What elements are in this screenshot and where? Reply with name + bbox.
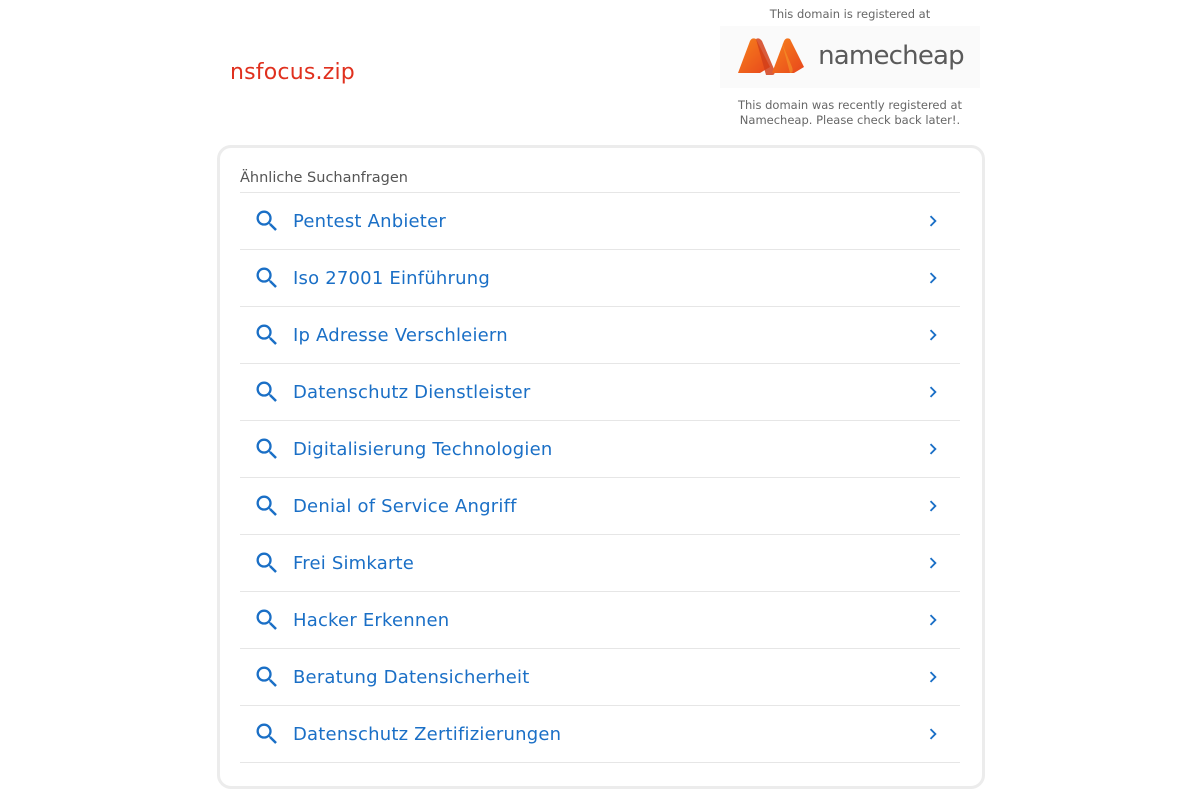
- search-icon: [256, 666, 277, 687]
- related-search-link-7[interactable]: Frei Simkarte: [240, 535, 960, 592]
- registrar-notice: This domain was recently registered at N…: [720, 98, 980, 128]
- registrar-notice-line2: Namecheap. Please check back later!.: [739, 113, 961, 127]
- chevron-right-icon: [929, 500, 937, 512]
- related-search-label: Denial of Service Angriff: [293, 495, 517, 517]
- related-search-link-4[interactable]: Datenschutz Dienstleister: [240, 364, 960, 421]
- related-search-label: Pentest Anbieter: [293, 210, 446, 232]
- related-search-link-5[interactable]: Digitalisierung Technologien: [240, 421, 960, 478]
- namecheap-logo[interactable]: namecheap: [720, 26, 980, 88]
- related-search-label: Datenschutz Zertifizierungen: [293, 723, 562, 745]
- search-icon: [256, 495, 277, 516]
- related-search-label: Hacker Erkennen: [293, 609, 450, 631]
- related-search-link-6[interactable]: Denial of Service Angriff: [240, 478, 960, 535]
- related-search-link-2[interactable]: Iso 27001 Einführung: [240, 250, 960, 307]
- chevron-right-icon: [929, 272, 937, 284]
- registrar-panel: This domain is registered at namecheap T…: [720, 6, 980, 128]
- related-search-label: Beratung Datensicherheit: [293, 666, 530, 688]
- registrar-intro-text: This domain is registered at: [769, 7, 931, 21]
- chevron-right-icon: [929, 443, 937, 455]
- related-search-link-1[interactable]: Pentest Anbieter: [240, 193, 960, 250]
- search-icon: [256, 210, 277, 231]
- related-search-link-10[interactable]: Datenschutz Zertifizierungen: [240, 706, 960, 763]
- search-icon: [256, 381, 277, 402]
- chevron-right-icon: [929, 386, 937, 398]
- related-search-link-8[interactable]: Hacker Erkennen: [240, 592, 960, 649]
- related-search-label: Iso 27001 Einführung: [293, 267, 490, 289]
- search-icon: [256, 609, 277, 630]
- chevron-right-icon: [929, 614, 937, 626]
- chevron-right-icon: [929, 728, 937, 740]
- search-icon: [256, 552, 277, 573]
- registrar-notice-line1: This domain was recently registered at: [737, 98, 963, 112]
- related-searches-card: Ähnliche Suchanfragen Pentest Anbieter I…: [217, 145, 985, 789]
- chevron-right-icon: [929, 329, 937, 341]
- chevron-right-icon: [929, 557, 937, 569]
- chevron-right-icon: [929, 215, 937, 227]
- related-search-label: Datenschutz Dienstleister: [293, 381, 531, 403]
- related-search-label: Ip Adresse Verschleiern: [293, 324, 508, 346]
- domain-title: nsfocus.zip: [230, 60, 355, 85]
- search-icon: [256, 324, 277, 345]
- related-searches-list: Pentest Anbieter Iso 27001 Einführung Ip…: [240, 192, 960, 763]
- related-search-link-9[interactable]: Beratung Datensicherheit: [240, 649, 960, 706]
- related-search-label: Frei Simkarte: [293, 552, 415, 574]
- related-searches-heading: Ähnliche Suchanfragen: [240, 170, 408, 186]
- related-search-link-3[interactable]: Ip Adresse Verschleiern: [240, 307, 960, 364]
- search-icon: [256, 267, 277, 288]
- chevron-right-icon: [929, 671, 937, 683]
- namecheap-logo-wordmark: namecheap: [818, 41, 965, 71]
- search-icon: [256, 438, 277, 459]
- related-search-label: Digitalisierung Technologien: [293, 438, 553, 460]
- search-icon: [256, 723, 277, 744]
- namecheap-logo-mark-icon: [738, 38, 805, 75]
